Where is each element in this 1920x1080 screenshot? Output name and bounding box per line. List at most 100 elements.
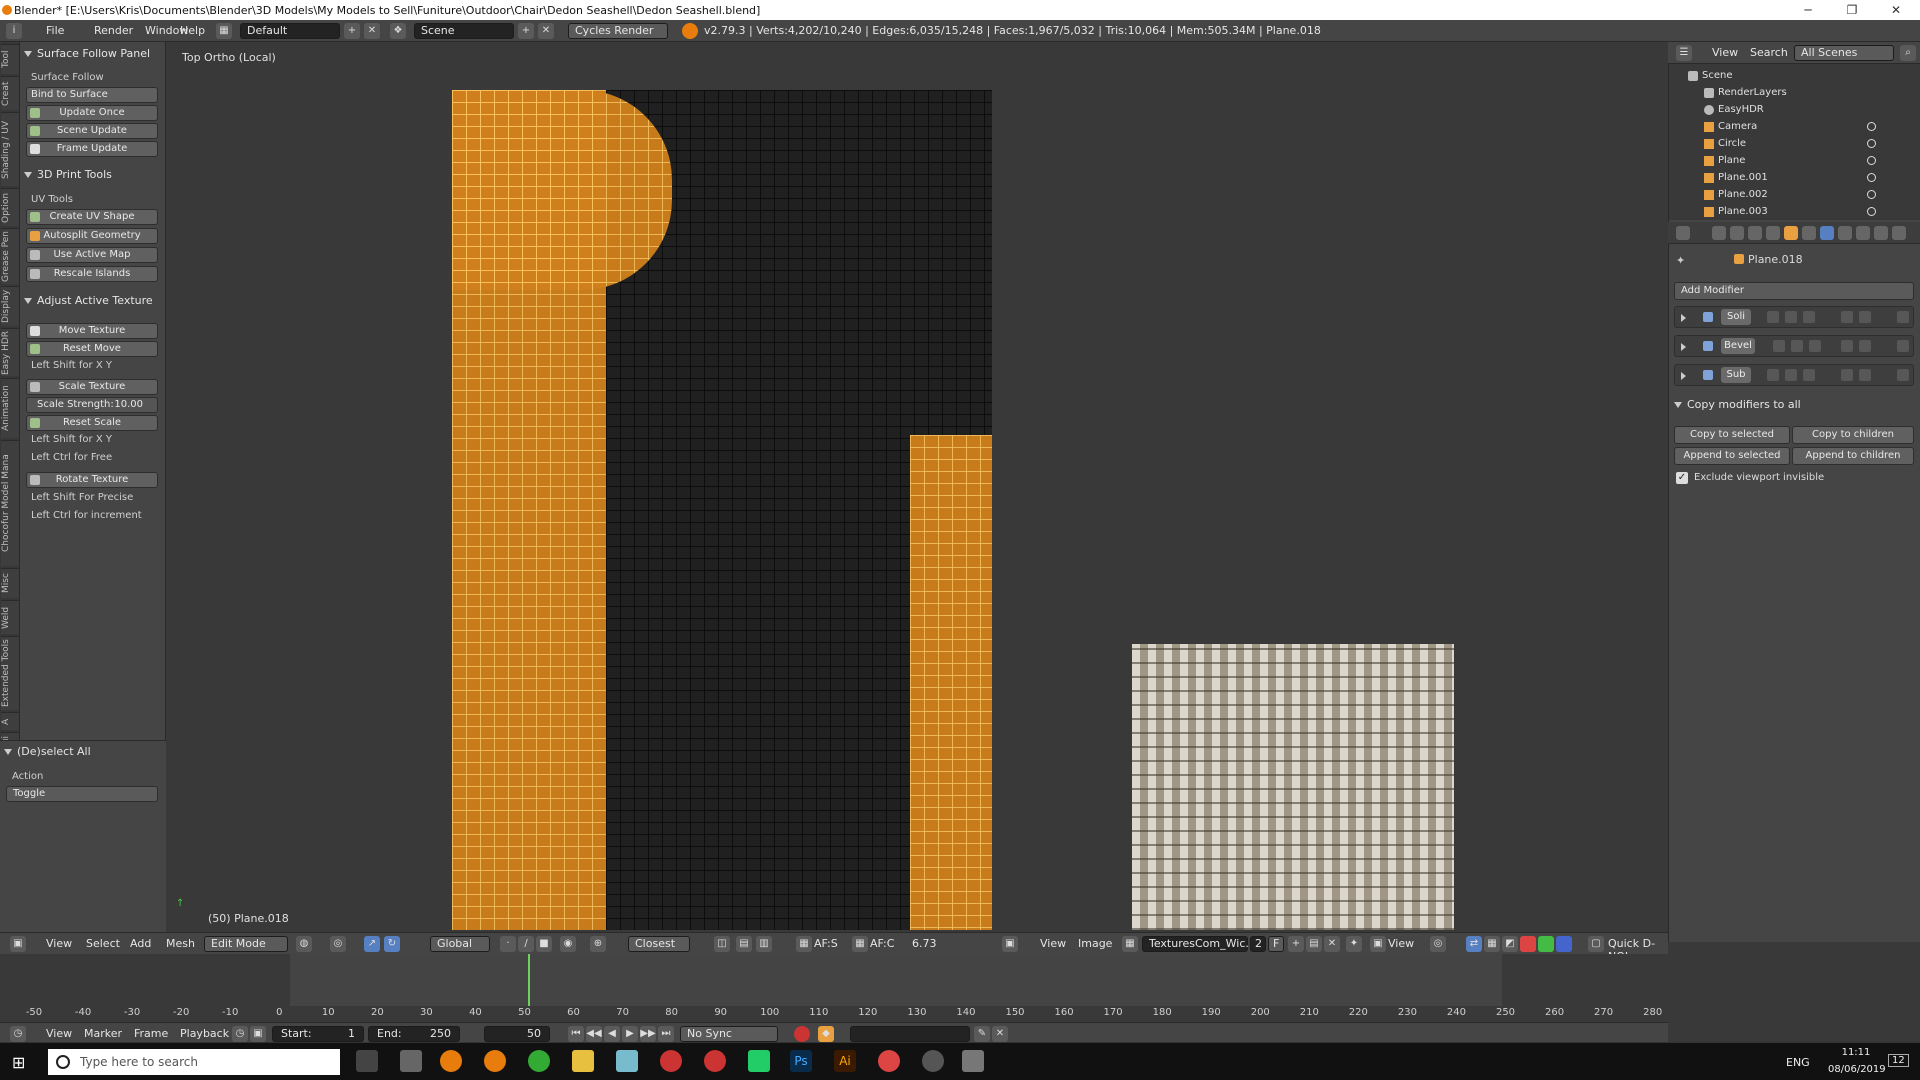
editor-type-icon[interactable] bbox=[1676, 226, 1690, 240]
tab-animation[interactable]: Animation bbox=[1, 378, 19, 438]
menu-marker[interactable]: Marker bbox=[84, 1027, 122, 1040]
editor-type-icon[interactable]: ☰ bbox=[1676, 45, 1692, 61]
open-image-icon[interactable]: ▤ bbox=[1306, 936, 1322, 952]
scale-texture-button[interactable]: Scale Texture bbox=[26, 379, 158, 395]
append-to-selected-button[interactable]: Append to selected bbox=[1674, 447, 1790, 465]
tab-options[interactable]: Option bbox=[1, 188, 19, 226]
playhead[interactable] bbox=[528, 954, 530, 1010]
action-select[interactable]: Toggle bbox=[6, 786, 158, 802]
image-icon[interactable]: ▥ bbox=[756, 936, 772, 952]
uv-mesh-grid[interactable] bbox=[452, 90, 992, 930]
menu-render[interactable]: Render bbox=[94, 24, 133, 37]
frame-update-button[interactable]: Frame Update bbox=[26, 141, 158, 157]
surface-follow-panel-header[interactable]: Surface Follow Panel bbox=[24, 47, 150, 60]
keyframe-icon[interactable]: ◆ bbox=[818, 1026, 834, 1042]
autosplit-geometry-button[interactable]: Autosplit Geometry bbox=[26, 228, 158, 244]
view-mode-icon[interactable]: ▣ bbox=[1370, 936, 1386, 952]
world-tab-icon[interactable] bbox=[1766, 226, 1780, 240]
tab-a[interactable]: A bbox=[1, 712, 19, 730]
remove-scene-icon[interactable]: ✕ bbox=[538, 23, 554, 39]
outliner-item-camera[interactable]: Camera bbox=[1668, 119, 1912, 136]
shading-icon[interactable]: ◍ bbox=[296, 936, 312, 952]
layers-tab-icon[interactable] bbox=[1730, 226, 1744, 240]
app-icon[interactable] bbox=[616, 1050, 638, 1072]
outliner-item-circle[interactable]: Circle bbox=[1668, 136, 1912, 153]
photos-icon[interactable] bbox=[962, 1050, 984, 1072]
tab-create[interactable]: Creat bbox=[1, 76, 19, 110]
outliner-item-easyhdr[interactable]: EasyHDR bbox=[1668, 102, 1912, 119]
tab-extended-tools[interactable]: Extended Tools bbox=[1, 636, 19, 710]
uv-select-mode-icon[interactable]: ▦ bbox=[1484, 936, 1500, 952]
keying-set-field[interactable] bbox=[850, 1026, 970, 1042]
outliner-item-scene[interactable]: Scene bbox=[1668, 68, 1912, 85]
object-tab-icon[interactable] bbox=[1784, 226, 1798, 240]
print-tools-header[interactable]: 3D Print Tools bbox=[24, 168, 112, 181]
minimize-button[interactable]: ─ bbox=[1786, 0, 1830, 20]
denoise-icon[interactable]: ▢ bbox=[1588, 936, 1604, 952]
af-c-icon[interactable]: ▦ bbox=[852, 936, 868, 952]
tab-easy-hdr[interactable]: Easy HDR bbox=[1, 328, 19, 376]
image-menu-view-mode[interactable]: View bbox=[1388, 937, 1414, 950]
restore-button[interactable]: ❐ bbox=[1830, 0, 1874, 20]
editor-type-icon[interactable]: i bbox=[6, 23, 22, 39]
modifier-solidify[interactable]: Soli bbox=[1674, 306, 1914, 328]
insert-key-icon[interactable]: ✎ bbox=[974, 1026, 990, 1042]
calculator-icon[interactable] bbox=[400, 1050, 422, 1072]
start-frame-field[interactable]: Start: 1 bbox=[272, 1026, 364, 1042]
outliner-search-menu[interactable]: Search bbox=[1750, 46, 1788, 59]
menu-add[interactable]: Add bbox=[130, 937, 151, 950]
unlink-image-icon[interactable]: ✕ bbox=[1324, 936, 1340, 952]
material-tab-icon[interactable] bbox=[1856, 226, 1870, 240]
red-channel-icon[interactable] bbox=[1520, 936, 1536, 952]
tab-grease-pencil[interactable]: Grease Pen bbox=[1, 228, 19, 284]
sync-selection-icon[interactable]: ⇄ bbox=[1466, 936, 1482, 952]
app-icon[interactable] bbox=[660, 1050, 682, 1072]
snap-target-select[interactable]: Closest bbox=[628, 936, 690, 952]
outliner-view-menu[interactable]: View bbox=[1712, 46, 1738, 59]
display-mode-select[interactable]: All Scenes bbox=[1794, 45, 1894, 61]
tab-tool[interactable]: Tool bbox=[1, 44, 19, 74]
copy-to-children-button[interactable]: Copy to children bbox=[1792, 426, 1914, 444]
taskbar-search-input[interactable]: Type here to search bbox=[48, 1049, 340, 1075]
scene-update-button[interactable]: Scene Update bbox=[26, 123, 158, 139]
outliner-item-plane-003[interactable]: Plane.003 bbox=[1668, 204, 1912, 221]
menu-playback[interactable]: Playback bbox=[180, 1027, 229, 1040]
add-modifier-select[interactable]: Add Modifier bbox=[1674, 282, 1914, 300]
editor-type-icon[interactable]: ▣ bbox=[10, 936, 26, 952]
texture-tab-icon[interactable] bbox=[1874, 226, 1888, 240]
blue-channel-icon[interactable] bbox=[1556, 936, 1572, 952]
menu-help[interactable]: Help bbox=[180, 24, 205, 37]
tab-shading-uv[interactable]: Shading / UV bbox=[1, 112, 19, 186]
use-active-map-button[interactable]: Use Active Map bbox=[26, 247, 158, 263]
preview-range-icon[interactable]: ◷ bbox=[232, 1026, 248, 1042]
camera-icon[interactable]: ▤ bbox=[736, 936, 752, 952]
play-store-icon[interactable] bbox=[748, 1050, 770, 1072]
scene-field[interactable]: Scene bbox=[414, 23, 514, 39]
remove-layout-icon[interactable]: ✕ bbox=[364, 23, 380, 39]
tab-weld[interactable]: Weld bbox=[1, 600, 19, 634]
face-select-icon[interactable]: ■ bbox=[536, 936, 552, 952]
jump-start-icon[interactable]: ⏮ bbox=[568, 1026, 584, 1042]
jump-end-icon[interactable]: ⏭ bbox=[658, 1026, 674, 1042]
image-name-field[interactable]: TexturesCom_Wic... bbox=[1142, 936, 1256, 952]
vertex-select-icon[interactable]: · bbox=[500, 936, 516, 952]
play-reverse-icon[interactable]: ◀ bbox=[604, 1026, 620, 1042]
chrome-icon[interactable] bbox=[528, 1050, 550, 1072]
update-once-button[interactable]: Update Once bbox=[26, 105, 158, 121]
photoshop-icon[interactable]: Ps bbox=[790, 1050, 812, 1072]
lock-icon[interactable]: ▣ bbox=[250, 1026, 266, 1042]
data-tab-icon[interactable] bbox=[1838, 226, 1852, 240]
tab-misc[interactable]: Misc bbox=[1, 568, 19, 598]
scene-icon[interactable]: ❖ bbox=[390, 23, 406, 39]
browse-image-icon[interactable]: ▦ bbox=[1122, 936, 1138, 952]
prev-key-icon[interactable]: ◀◀ bbox=[586, 1026, 602, 1042]
proportional-icon[interactable]: ◉ bbox=[560, 936, 576, 952]
render-engine-select[interactable]: Cycles Render bbox=[568, 23, 668, 39]
scale-strength-field[interactable]: Scale Strength: 10.00 bbox=[26, 397, 158, 413]
append-to-children-button[interactable]: Append to children bbox=[1792, 447, 1914, 465]
app-icon[interactable] bbox=[878, 1050, 900, 1072]
image-menu-view[interactable]: View bbox=[1040, 937, 1066, 950]
illustrator-icon[interactable]: Ai bbox=[834, 1050, 856, 1072]
editor-type-icon[interactable]: ◷ bbox=[10, 1026, 26, 1042]
tab-chocofur[interactable]: Chocofur Model Mana bbox=[1, 440, 19, 566]
